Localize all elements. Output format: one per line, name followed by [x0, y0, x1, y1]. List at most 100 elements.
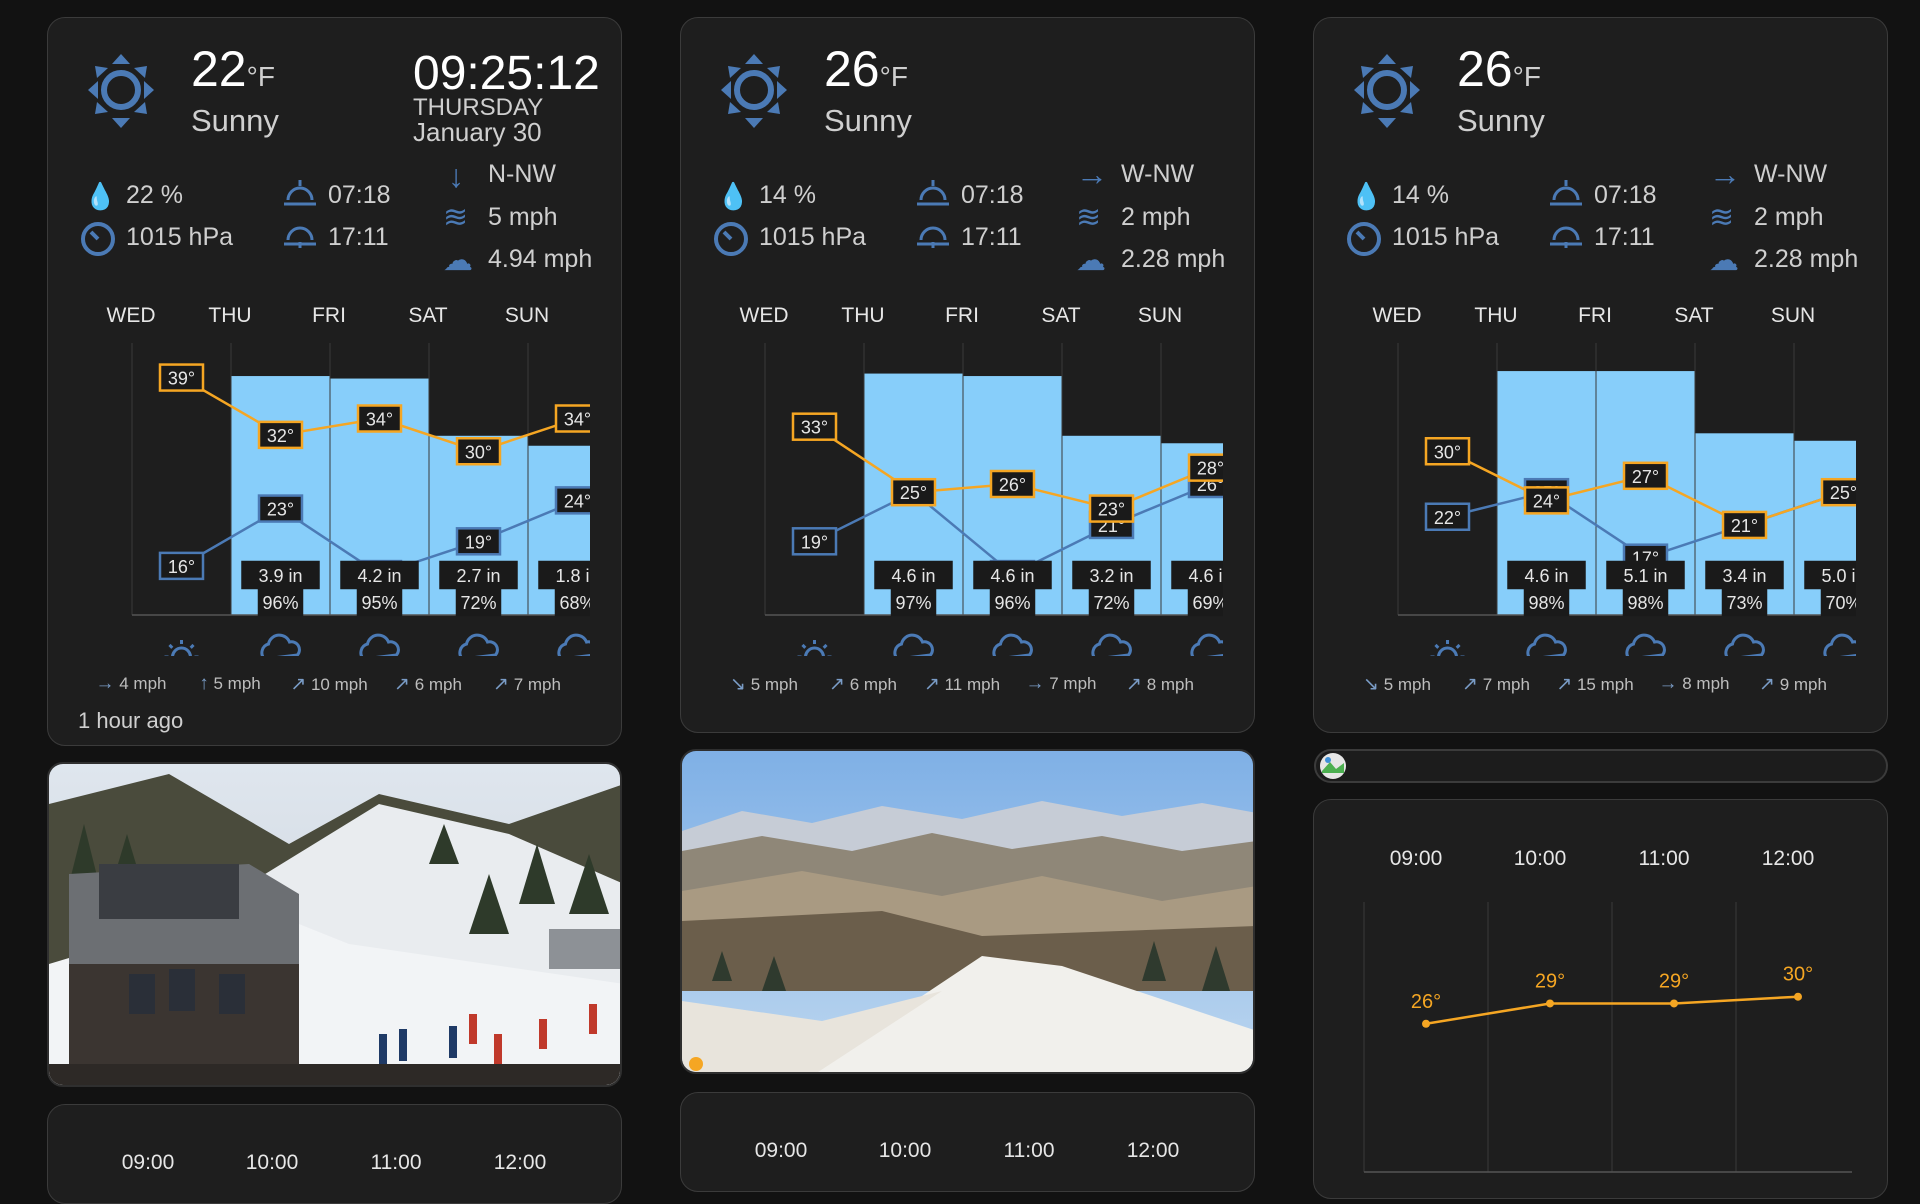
- hour-label: 10:00: [1513, 847, 1567, 870]
- precip-percent-text: 69%: [1192, 593, 1223, 613]
- precip-percent-text: 70%: [1825, 593, 1856, 613]
- precip-amount-text: 3.9 in: [258, 566, 302, 586]
- snow-cloud-icon-outline: [1625, 633, 1666, 656]
- precip-amount: 3.4 in: [1705, 560, 1784, 590]
- weather-card-3[interactable]: 26°F Sunny 💧 14 % 1015 hPa 07:18 17:11 →…: [1313, 17, 1888, 733]
- sun-icon-core: [171, 646, 192, 656]
- precip-percent-text: 95%: [361, 593, 397, 613]
- low-temp-label-text: 16°: [168, 557, 195, 577]
- high-temp-label-text: 24°: [1533, 491, 1560, 511]
- high-temp-label: 33°: [791, 412, 838, 441]
- sun-icon: [1354, 54, 1420, 128]
- humidity-icon: 💧: [1350, 181, 1383, 211]
- snow-cloud-icon-outline: [1724, 633, 1765, 656]
- sun-icon-ray: [189, 643, 195, 649]
- sunset-time: 17:11: [328, 223, 389, 251]
- sun-icon-ray: [1434, 643, 1440, 649]
- hour-label: 09:00: [1389, 847, 1443, 870]
- sunset-icon: [1550, 226, 1582, 248]
- high-temp-label-text: 28°: [1197, 459, 1223, 479]
- image-loading-placeholder: [1314, 749, 1888, 783]
- sun-icon: [721, 54, 787, 128]
- precip-percent-text: 72%: [1093, 593, 1129, 613]
- hourly-temp-label: 29°: [1659, 970, 1689, 992]
- sun-icon-ray: [822, 643, 828, 649]
- hourly-forecast-card-left[interactable]: 09:00 10:00 11:00 12:00: [47, 1104, 622, 1204]
- forecast-wind: ↗ 10 mph: [290, 674, 368, 695]
- gauge-icon: [714, 222, 748, 256]
- hourly-temp-label: 30°: [1783, 964, 1813, 986]
- high-temp-label-text: 32°: [267, 426, 294, 446]
- weather-card-1[interactable]: 22°F Sunny 09:25:12 THURSDAY January 30 …: [47, 17, 622, 746]
- hourly-forecast-card-mid[interactable]: 09:00 10:00 11:00 12:00: [680, 1092, 1255, 1192]
- hourly-temperature-chart: 26° 29° 29° 30°: [1363, 902, 1852, 1173]
- wind-speed: 2 mph: [1754, 203, 1824, 231]
- last-updated: 1 hour ago: [78, 708, 184, 733]
- snow-cloud-icon-outline: [893, 633, 934, 656]
- hourly-temp-point: [1546, 999, 1554, 1008]
- forecast-wind: ↗ 7 mph: [493, 674, 561, 695]
- precip-percent: 98%: [1622, 587, 1669, 617]
- low-temp-label: 22°: [1424, 502, 1471, 531]
- day-label: SUN: [1137, 304, 1183, 327]
- sun-icon-ray: [801, 643, 807, 649]
- forecast-wind: ↑ 5 mph: [199, 673, 261, 694]
- hour-label: 09:00: [121, 1151, 175, 1174]
- precip-amount-text: 4.6 in: [1524, 566, 1568, 586]
- precip-percent-text: 98%: [1627, 593, 1663, 613]
- gauge-icon: [81, 222, 115, 256]
- pressure-value: 1015 hPa: [126, 223, 234, 251]
- precip-percent-text: 97%: [895, 593, 931, 613]
- precip-amount: 2.7 in: [439, 560, 518, 590]
- high-temp-label: 25°: [1820, 477, 1856, 507]
- low-temp-label-text: 22°: [1434, 508, 1461, 528]
- hour-label: 12:00: [1761, 847, 1815, 870]
- snow-cloud-icon: [1526, 633, 1567, 656]
- snow-cloud-icon: [1091, 633, 1132, 656]
- arrow-right-icon: →: [1709, 156, 1741, 192]
- day-label: SUN: [1770, 304, 1816, 327]
- sunrise-time: 07:18: [961, 181, 1024, 209]
- high-temp-label-text: 33°: [801, 418, 828, 438]
- sun-icon-core: [804, 646, 825, 656]
- high-temp-label-text: 21°: [1731, 516, 1758, 536]
- mountain-vista-scene: [682, 751, 1253, 1072]
- forecast-wind: ↘ 5 mph: [730, 674, 798, 695]
- sun-icon: [88, 54, 154, 128]
- precip-percent: 96%: [989, 587, 1036, 617]
- forecast-chart: 22°25°17°30°24°27°21°25°4.6 in98%5.1 in9…: [1397, 343, 1856, 656]
- high-temp-label-text: 30°: [465, 442, 492, 462]
- precip-amount-text: 2.7 in: [456, 566, 500, 586]
- high-temp-label-text: 25°: [900, 483, 927, 503]
- hourly-temp-point: [1422, 1019, 1430, 1028]
- snow-cloud-icon-outline: [1091, 633, 1132, 656]
- precip-percent-text: 96%: [262, 593, 298, 613]
- high-temp-label: 30°: [455, 437, 502, 466]
- wind-speed: 2 mph: [1121, 203, 1191, 231]
- webcam-image-lift[interactable]: [47, 762, 622, 1087]
- high-temp-label: 32°: [257, 420, 304, 450]
- low-temp-label: 23°: [257, 494, 304, 523]
- clock-date: January 30: [413, 117, 542, 147]
- snow-cloud-icon: [260, 633, 301, 656]
- current-condition: Sunny: [1457, 103, 1545, 138]
- sunrise-time: 07:18: [1594, 181, 1657, 209]
- day-label: SAT: [1674, 304, 1714, 327]
- hour-label: 10:00: [245, 1151, 299, 1174]
- precip-amount-text: 4.6 in: [1188, 566, 1223, 586]
- precip-amount: 3.2 in: [1072, 560, 1151, 590]
- high-temp-label: 23°: [1088, 494, 1135, 523]
- hourly-forecast-card[interactable]: 09:00 10:00 11:00 12:00 26° 29° 29° 30°: [1313, 799, 1888, 1199]
- precip-percent-text: 68%: [559, 593, 590, 613]
- precip-percent-text: 72%: [460, 593, 496, 613]
- weather-card-2[interactable]: 26°F Sunny 💧 14 % 1015 hPa 07:18 17:11 →…: [680, 17, 1255, 733]
- day-label: FRI: [1578, 304, 1612, 327]
- clock-time: 09:25:12: [413, 47, 600, 100]
- high-temp-label: 39°: [158, 363, 205, 392]
- webcam-image-mountains[interactable]: [680, 749, 1255, 1074]
- forecast-chart: 19°15°21°26°33°25°26°23°28°4.6 in97%4.6 …: [764, 343, 1223, 656]
- gust-cloud-icon: ☁: [1709, 244, 1739, 277]
- wind-direction: N-NW: [488, 160, 557, 188]
- ski-lift-scene: [49, 764, 620, 1085]
- high-temp-label-text: 39°: [168, 369, 195, 389]
